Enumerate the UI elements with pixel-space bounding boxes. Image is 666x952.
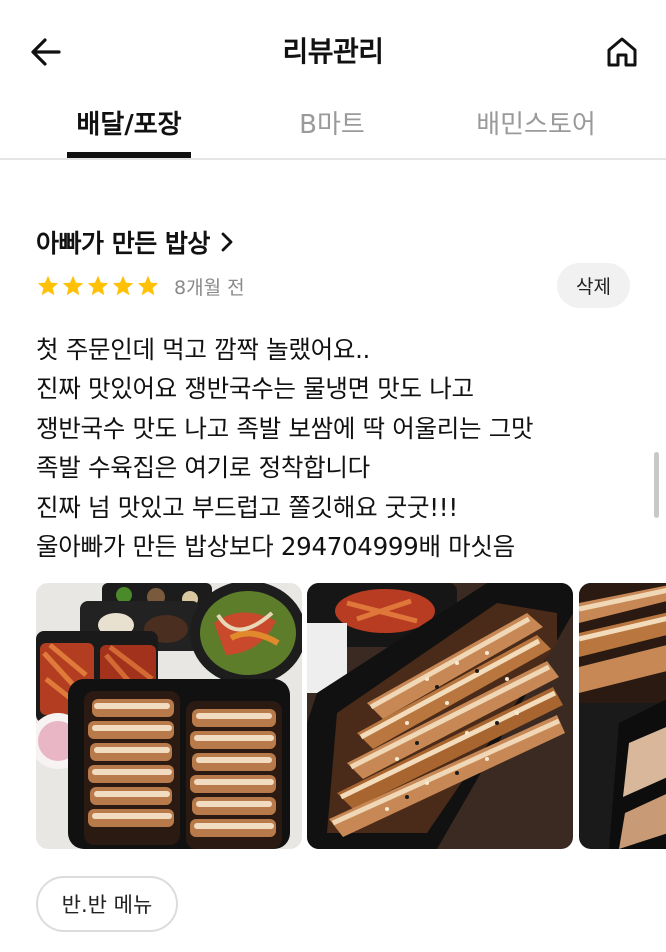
review-photos [36,583,666,849]
food-photo-2[interactable] [307,583,573,849]
tab-baemin-store[interactable]: 배민스토어 [466,104,606,160]
home-button[interactable] [600,30,644,74]
review-line: 첫 주문인데 먹고 깜짝 놀랬어요.. [36,335,371,364]
tab-b-mart[interactable]: B마트 [280,104,384,160]
review-line: 진짜 넘 맛있고 부드럽고 쫄깃해요 굿굿!!! [36,492,458,522]
home-icon [607,37,637,67]
star-icon [87,275,109,296]
review-line: 울아빠가 만든 밥상보다 294704999배 마싯음 [36,532,515,562]
store-link[interactable]: 아빠가 만든 밥상 [36,222,234,262]
star-icon [137,275,159,296]
active-tab-indicator [67,152,191,158]
app-header: 리뷰관리 [0,0,666,100]
star-icon [112,275,134,296]
star-rating [36,274,161,298]
review-line: 족발 수육집은 여기로 정착합니다 [36,453,370,483]
food-photo-3[interactable] [579,583,666,849]
category-tabs: 배달/포장 B마트 배민스토어 [0,100,666,160]
rating-row: 8개월 전 [36,270,245,302]
scrollbar[interactable] [654,452,659,518]
review-line: 진짜 맛있어요 쟁반국수는 물냉면 맛도 나고 [36,374,474,404]
star-icon [62,275,84,296]
review-line: 쟁반국수 맛도 나고 족발 보쌈에 딱 어울리는 그맛 [36,413,534,443]
menu-tag-chip[interactable]: 반.반 메뉴 [36,876,178,932]
store-name: 아빠가 만든 밥상 [36,229,210,258]
chevron-right-icon [220,231,234,253]
page-title: 리뷰관리 [282,35,384,68]
delete-button[interactable]: 삭제 [557,263,630,308]
star-icon [37,275,59,296]
food-photo-1[interactable] [36,583,302,849]
review-body: 첫 주문인데 먹고 깜짝 놀랬어요.. 진짜 맛있어요 쟁반국수는 물냉면 맛도… [36,330,636,566]
review-date: 8개월 전 [174,276,245,299]
